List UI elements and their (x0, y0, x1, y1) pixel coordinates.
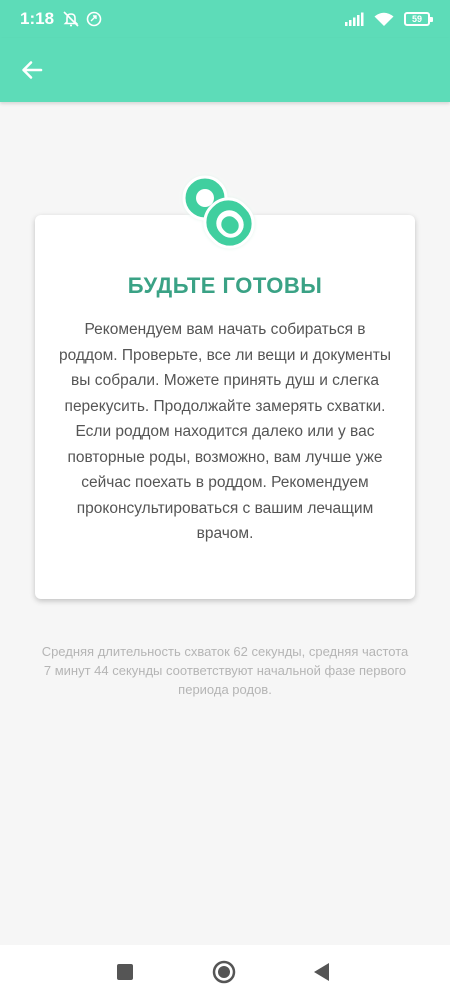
status-bar: 1:18 59 (0, 0, 450, 38)
mute-icon (63, 11, 79, 27)
battery-level: 59 (411, 14, 422, 24)
info-card: БУДЬТЕ ГОТОВЫ Рекомендуем вам начать соб… (35, 215, 415, 599)
content-area: БУДЬТЕ ГОТОВЫ Рекомендуем вам начать соб… (0, 102, 450, 945)
navigation-bar (0, 945, 450, 1000)
back-icon[interactable] (312, 962, 332, 982)
vpn-icon (86, 11, 102, 27)
battery-icon: 59 (404, 12, 433, 26)
back-button[interactable] (16, 54, 48, 86)
app-bar (0, 38, 450, 102)
signal-icon (345, 12, 364, 26)
status-right-icons: 59 (344, 12, 433, 27)
home-icon[interactable] (212, 960, 236, 984)
contraction-summary: Средняя длительность схваток 62 секунды,… (41, 644, 409, 697)
wifi-icon (374, 12, 394, 26)
status-left-icons (62, 10, 102, 28)
status-time: 1:18 (20, 9, 55, 28)
pacifier-icon (182, 175, 255, 249)
card-text: Рекомендуем вам начать собираться в родд… (59, 321, 391, 542)
card-title: БУДЬТЕ ГОТОВЫ (127, 273, 323, 298)
arrow-left-icon (22, 61, 43, 79)
recents-icon[interactable] (117, 964, 133, 980)
